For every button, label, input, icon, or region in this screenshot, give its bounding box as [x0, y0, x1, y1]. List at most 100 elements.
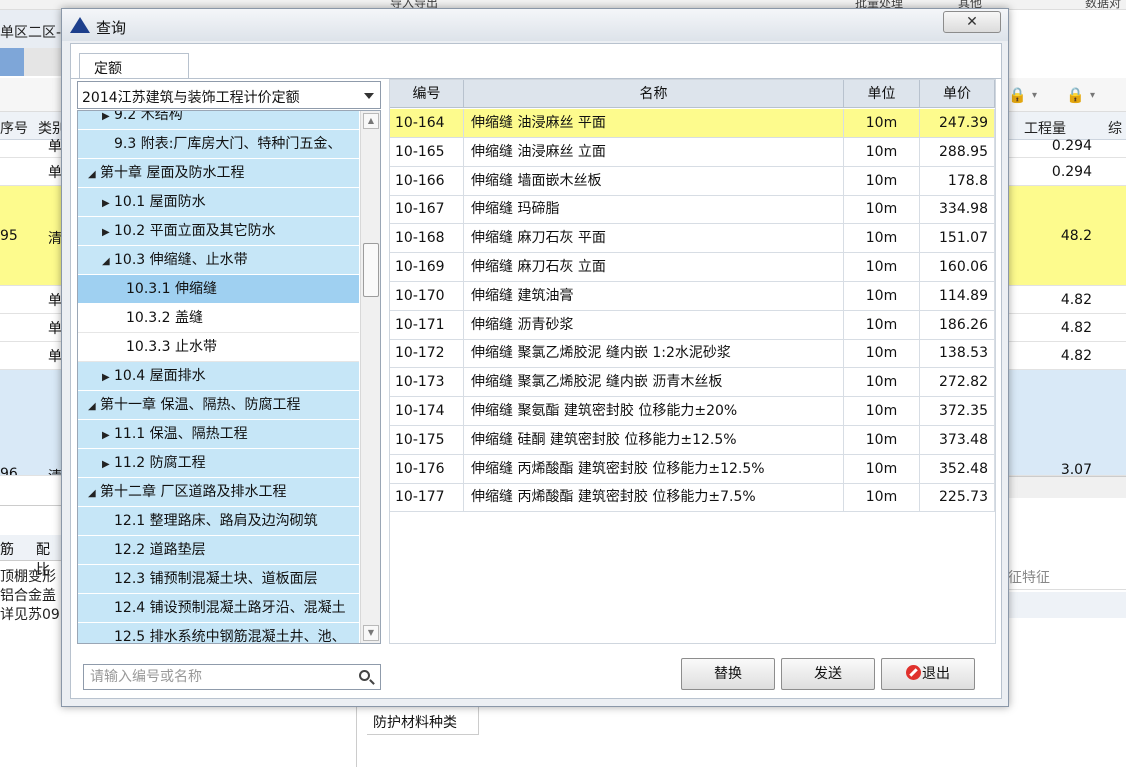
- tree-item[interactable]: 12.2 道路垫层: [78, 536, 359, 565]
- table-row-right[interactable]: 0.294: [1008, 158, 1126, 186]
- lock-icon[interactable]: 🔒: [1008, 86, 1027, 104]
- table-row[interactable]: 单: [0, 314, 70, 342]
- table-row[interactable]: 10-172 伸缩缝 聚氯乙烯胶泥 缝内嵌 1:2水泥砂浆 10m 138.53: [390, 339, 995, 369]
- table-row[interactable]: 10-166 伸缩缝 墙面嵌木丝板 10m 178.8: [390, 166, 995, 196]
- collapsed-arrow-icon[interactable]: ▶: [102, 190, 114, 216]
- collapsed-arrow-icon[interactable]: ▶: [102, 219, 114, 245]
- table-row[interactable]: 单: [0, 139, 70, 158]
- tree-item[interactable]: 12.5 排水系统中钢筋混凝土井、池、: [78, 623, 359, 643]
- chevron-down-icon[interactable]: [364, 93, 374, 99]
- collapsed-arrow-icon[interactable]: ▶: [102, 422, 114, 448]
- tree-item[interactable]: ◢ 第十二章 厂区道路及排水工程: [78, 478, 359, 507]
- scroll-up-icon[interactable]: ▲: [363, 113, 379, 129]
- chevron-down-icon[interactable]: ▾: [1032, 90, 1037, 101]
- search-input[interactable]: [90, 668, 348, 686]
- replace-button[interactable]: 替换: [681, 658, 775, 690]
- tree-item[interactable]: 10.3.1 伸缩缝: [78, 275, 359, 304]
- tree-item[interactable]: ▶ 9.2 木结构: [78, 111, 359, 130]
- app-hscroll[interactable]: [1008, 476, 1126, 498]
- col-unit[interactable]: 单位: [844, 80, 920, 108]
- table-row[interactable]: 10-167 伸缩缝 玛碲脂 10m 334.98: [390, 195, 995, 225]
- table-row[interactable]: 10-168 伸缩缝 麻刀石灰 平面 10m 151.07: [390, 224, 995, 254]
- table-row[interactable]: 95 清: [0, 186, 70, 286]
- tree-item[interactable]: 12.3 铺预制混凝土块、道板面层: [78, 565, 359, 594]
- chevron-down-icon[interactable]: ▾: [1090, 90, 1095, 101]
- tree-item-label: 12.1 整理路床、路肩及边沟砌筑: [114, 513, 318, 529]
- send-button[interactable]: 发送: [781, 658, 875, 690]
- col-price[interactable]: 单价: [920, 80, 995, 108]
- table-row[interactable]: 10-170 伸缩缝 建筑油膏 10m 114.89: [390, 281, 995, 311]
- menu-data[interactable]: 数据对: [1085, 0, 1121, 9]
- tree-item[interactable]: 12.1 整理路床、路肩及边沟砌筑: [78, 507, 359, 536]
- col-code[interactable]: 编号: [390, 80, 464, 108]
- table-row[interactable]: 10-175 伸缩缝 硅酮 建筑密封胶 位移能力±12.5% 10m 373.48: [390, 425, 995, 455]
- collapsed-arrow-icon[interactable]: ▶: [102, 364, 114, 390]
- table-row[interactable]: 单: [0, 158, 70, 186]
- table-row-right[interactable]: 4.82: [1008, 286, 1126, 314]
- expanded-arrow-icon[interactable]: ◢: [88, 161, 100, 187]
- table-row[interactable]: 单: [0, 286, 70, 314]
- table-row[interactable]: 10-164 伸缩缝 油浸麻丝 平面 10m 247.39: [390, 109, 995, 138]
- tree-item[interactable]: ▶ 10.4 屋面排水: [78, 362, 359, 391]
- tree-item-label: 10.2 平面立面及其它防水: [114, 223, 276, 239]
- table-row[interactable]: 96 清: [0, 370, 70, 476]
- chapter-tree-list: ▶ 9.2 木结构 9.3 附表:厂库房大门、特种门五金、 ◢ 第十章 屋面及防水工程 ▶…: [78, 111, 359, 643]
- tree-item[interactable]: ▶ 10.1 屋面防水: [78, 188, 359, 217]
- col-composite[interactable]: 综: [1108, 118, 1122, 138]
- table-row[interactable]: 10-177 伸缩缝 丙烯酸酯 建筑密封胶 位移能力±7.5% 10m 225.73: [390, 483, 995, 513]
- table-row-right[interactable]: 48.2: [1008, 186, 1126, 286]
- col-quantity[interactable]: 工程量: [1024, 118, 1066, 138]
- table-row-right[interactable]: 4.82: [1008, 342, 1126, 370]
- table-row-right[interactable]: 0.294: [1008, 139, 1126, 158]
- expanded-arrow-icon[interactable]: ◢: [88, 480, 100, 506]
- scroll-down-icon[interactable]: ▼: [363, 625, 379, 641]
- tree-item[interactable]: ▶ 11.1 保温、隔热工程: [78, 420, 359, 449]
- close-button[interactable]: ✕: [943, 11, 1001, 33]
- exit-button[interactable]: 退出: [881, 658, 975, 690]
- tree-item[interactable]: ◢ 10.3 伸缩缝、止水带: [78, 246, 359, 275]
- cell-unit: 10m: [844, 281, 920, 310]
- table-row[interactable]: 10-176 伸缩缝 丙烯酸酯 建筑密封胶 位移能力±12.5% 10m 352.48: [390, 454, 995, 484]
- dialog-titlebar[interactable]: 查询 ✕: [62, 9, 1008, 41]
- tree-item[interactable]: ▶ 11.2 防腐工程: [78, 449, 359, 478]
- lock-icon[interactable]: 🔒: [1066, 86, 1085, 104]
- tree-item[interactable]: 10.3.3 止水带: [78, 333, 359, 362]
- table-row-right[interactable]: 3.07: [1008, 370, 1126, 476]
- quota-library-select[interactable]: 2014江苏建筑与装饰工程计价定额: [77, 81, 381, 109]
- table-row[interactable]: 单: [0, 342, 70, 370]
- search-icon[interactable]: [359, 670, 370, 681]
- scroll-thumb[interactable]: [363, 243, 379, 297]
- tree-item[interactable]: 12.4 铺设预制混凝土路牙沿、混凝土: [78, 594, 359, 623]
- tab-rebar[interactable]: 筋: [0, 539, 14, 559]
- expanded-arrow-icon[interactable]: ◢: [102, 248, 114, 274]
- tree-item[interactable]: ◢ 第十章 屋面及防水工程: [78, 159, 359, 188]
- collapsed-arrow-icon[interactable]: ▶: [102, 451, 114, 477]
- cell-name: 伸缩缝 墙面嵌木丝板: [464, 166, 844, 195]
- exit-icon: [906, 665, 921, 680]
- app-window-tab[interactable]: 单区二区-: [0, 10, 70, 48]
- col-name[interactable]: 名称: [464, 80, 844, 108]
- tree-item-label: 12.3 铺预制混凝土块、道板面层: [114, 571, 318, 587]
- table-row[interactable]: 10-174 伸缩缝 聚氨酯 建筑密封胶 位移能力±20% 10m 372.35: [390, 397, 995, 426]
- tree-item-label: 第十一章 保温、隔热、防腐工程: [100, 397, 301, 413]
- table-row-right[interactable]: 4.82: [1008, 314, 1126, 342]
- collapsed-arrow-icon[interactable]: ▶: [102, 111, 114, 129]
- col-seq[interactable]: 序号: [0, 118, 28, 138]
- app-tab-active[interactable]: [0, 48, 24, 76]
- cell-price: 352.48: [920, 454, 995, 483]
- expanded-arrow-icon[interactable]: ◢: [88, 393, 100, 419]
- search-box[interactable]: [83, 664, 381, 690]
- tree-item[interactable]: ▶ 10.2 平面立面及其它防水: [78, 217, 359, 246]
- table-row[interactable]: 10-169 伸缩缝 麻刀石灰 立面 10m 160.06: [390, 253, 995, 282]
- cell-unit: 10m: [844, 397, 920, 425]
- table-row[interactable]: 10-171 伸缩缝 沥青砂浆 10m 186.26: [390, 310, 995, 340]
- table-row[interactable]: 10-165 伸缩缝 油浸麻丝 立面 10m 288.95: [390, 137, 995, 167]
- tree-item[interactable]: 9.3 附表:厂库房大门、特种门五金、: [78, 130, 359, 159]
- table-row[interactable]: 10-173 伸缩缝 聚氯乙烯胶泥 缝内嵌 沥青木丝板 10m 272.82: [390, 368, 995, 398]
- cell-code: 10-176: [390, 454, 464, 483]
- chapter-tree[interactable]: ▶ 9.2 木结构 9.3 附表:厂库房大门、特种门五金、 ◢ 第十章 屋面及防水工程 ▶…: [77, 110, 381, 644]
- tree-item[interactable]: 10.3.2 盖缝: [78, 304, 359, 333]
- tree-item[interactable]: ◢ 第十一章 保温、隔热、防腐工程: [78, 391, 359, 420]
- tree-scrollbar[interactable]: ▲ ▼: [360, 111, 380, 643]
- tab-quota[interactable]: 定额: [79, 53, 189, 79]
